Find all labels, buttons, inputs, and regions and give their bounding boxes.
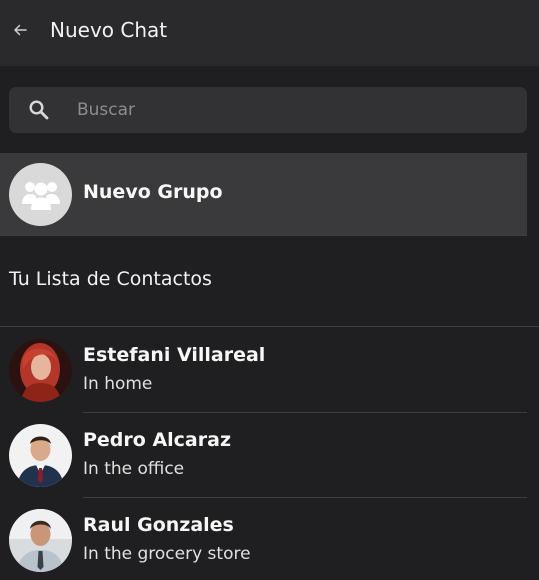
contact-name: Estefani Villareal [83,344,266,366]
avatar [9,339,72,402]
contact-status: In the office [83,459,185,479]
contact-status: In home [83,374,153,394]
new-group-avatar [9,163,72,226]
new-group-button[interactable]: Nuevo Grupo [0,153,527,235]
search-input[interactable] [77,95,507,125]
contacts-section-title: Tu Lista de Contactos [9,268,212,290]
contact-item[interactable]: Estefani Villareal In home [0,327,527,411]
new-chat-screen: Nuevo Chat Nuevo Grupo Tu Lista de Conta… [0,0,539,580]
contact-name: Pedro Alcaraz [83,429,232,451]
new-group-label: Nuevo Grupo [83,181,223,203]
contact-status: In the grocery store [83,544,251,564]
search-bar[interactable] [9,87,527,133]
divider [0,235,527,236]
page-title: Nuevo Chat [50,18,168,42]
group-icon [21,181,60,210]
back-button[interactable] [8,18,32,42]
contact-item[interactable]: Raul Gonzales In the grocery store [0,497,527,580]
avatar [9,509,72,572]
contact-name: Raul Gonzales [83,514,234,536]
contact-item[interactable]: Pedro Alcaraz In the office [0,412,527,496]
arrow-left-icon [14,24,27,36]
avatar [9,424,72,487]
app-header: Nuevo Chat [0,0,539,66]
search-icon [29,100,49,120]
